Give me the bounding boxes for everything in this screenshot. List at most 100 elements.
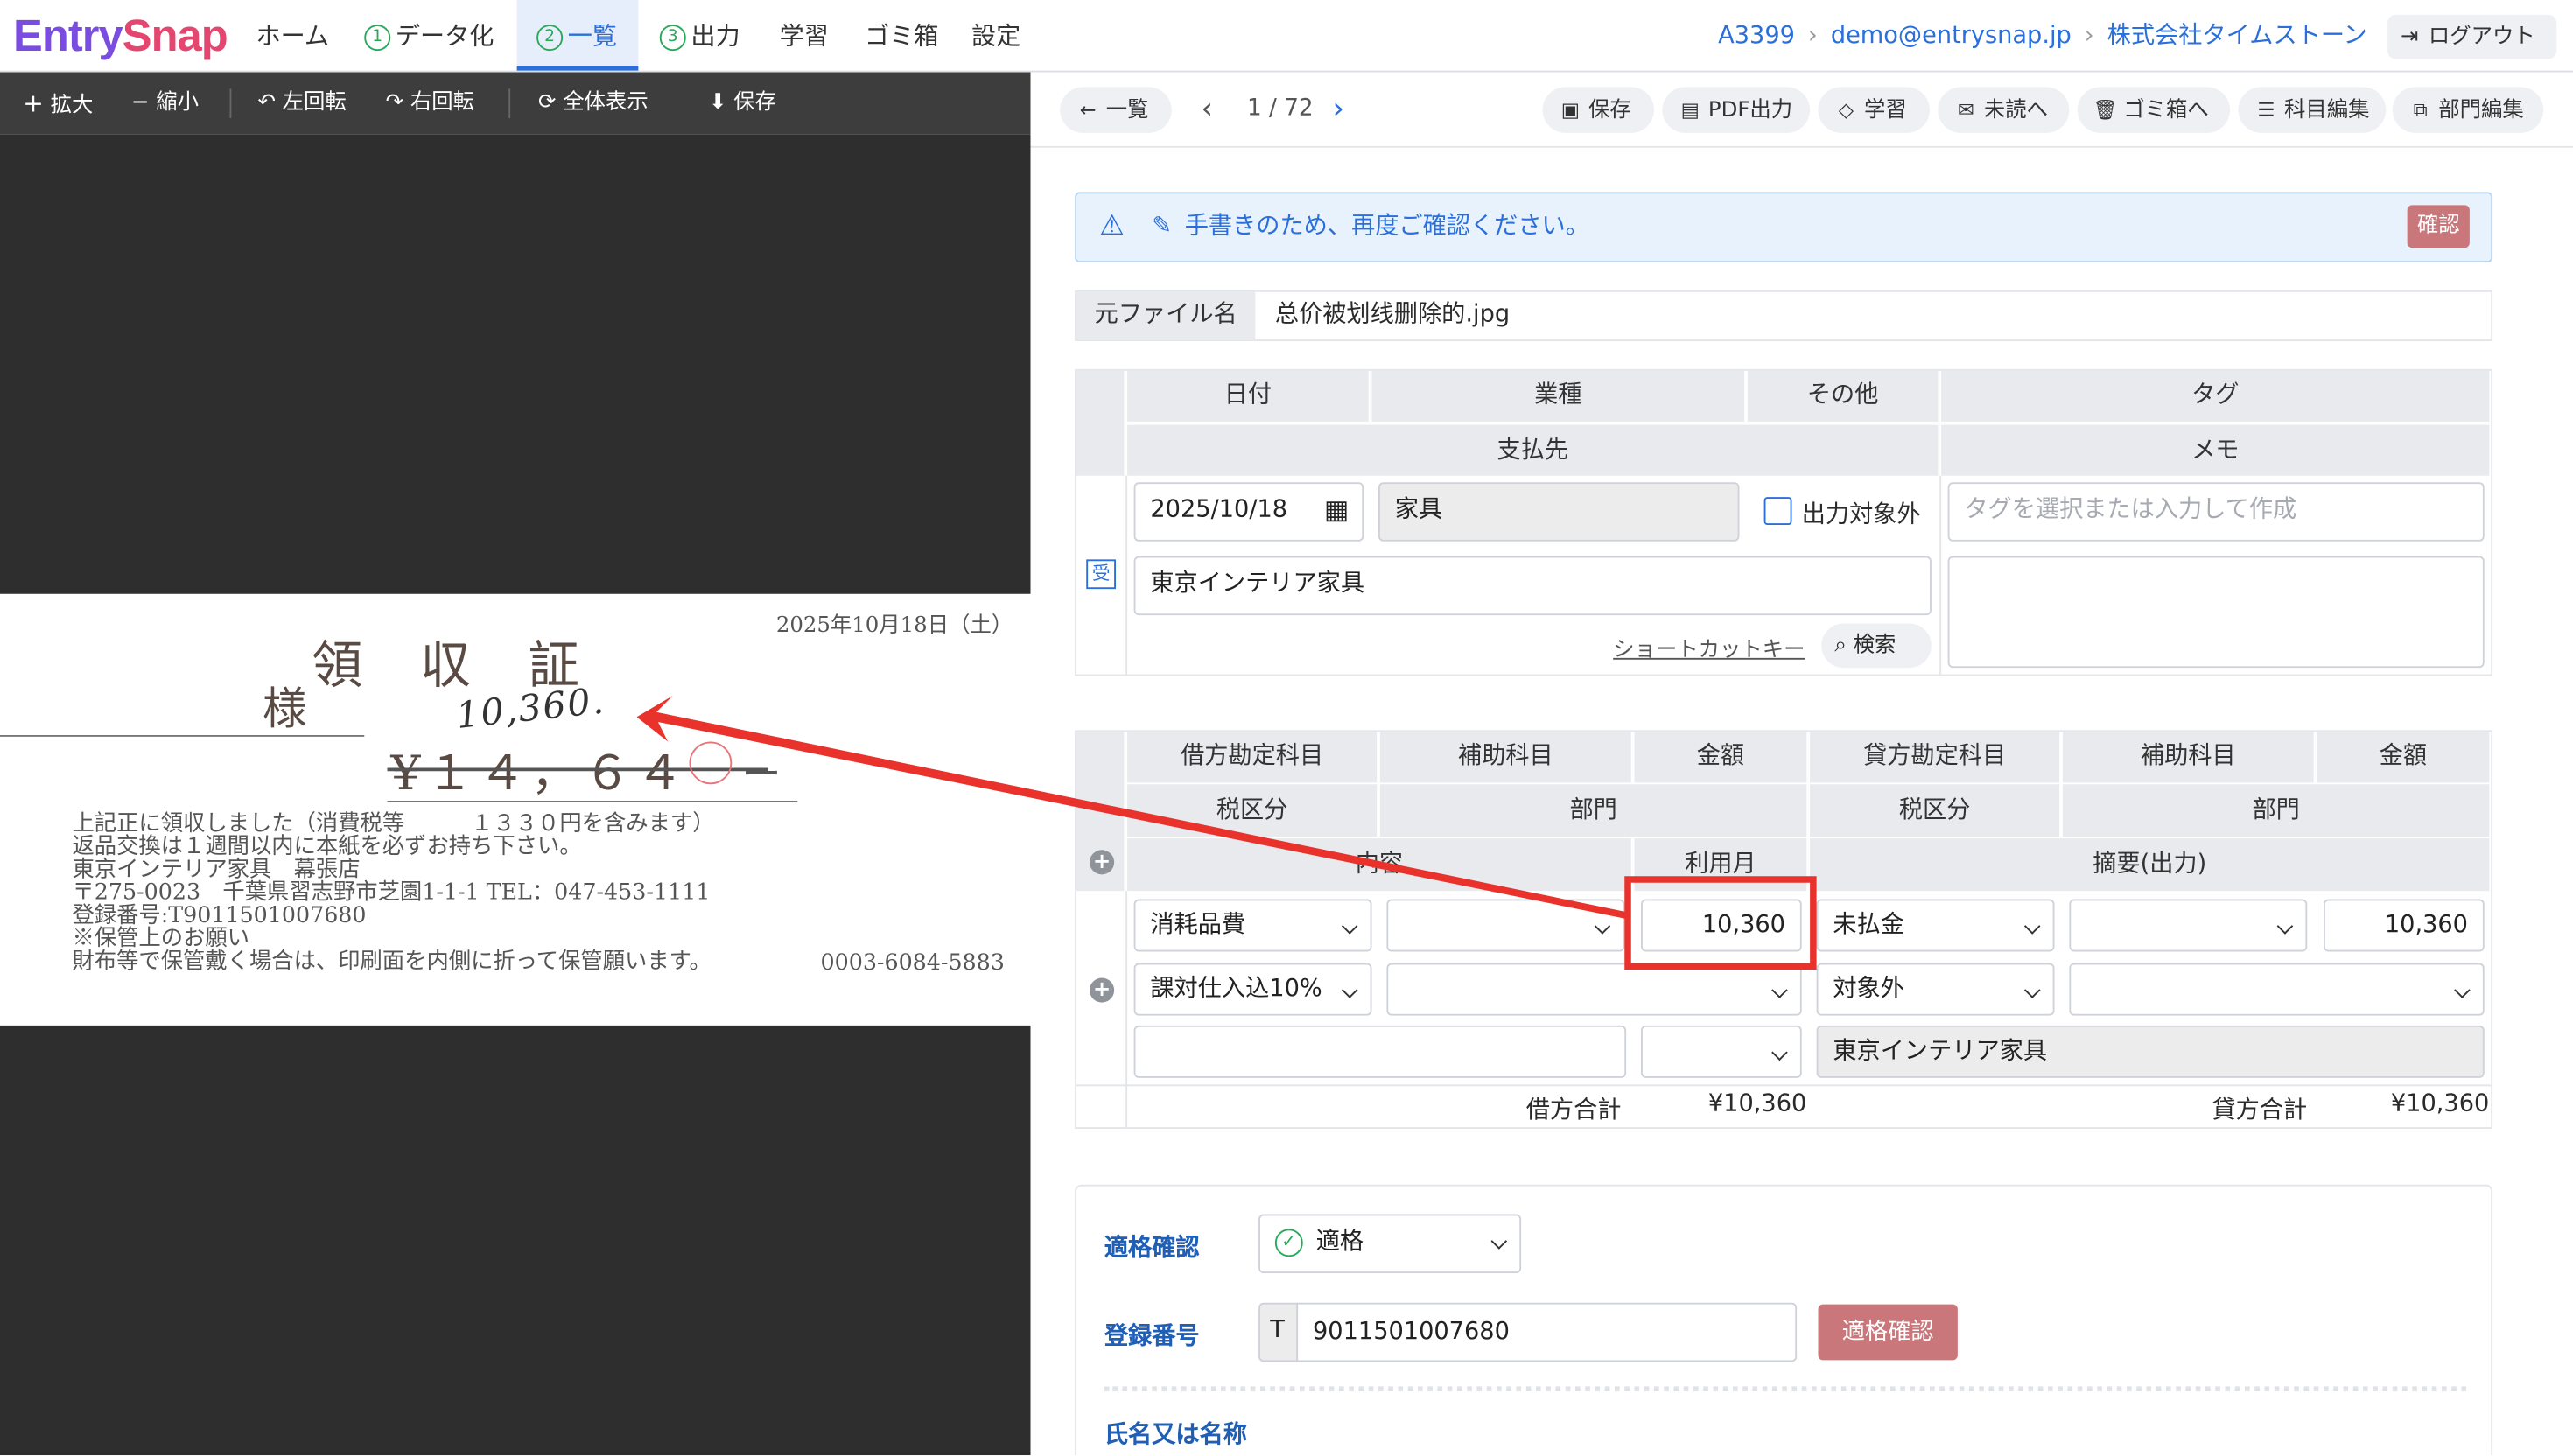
credit-account-header: 貸方勘定科目 xyxy=(1810,732,2061,783)
debit-account-select[interactable]: 消耗品費 xyxy=(1133,899,1372,952)
industry-input[interactable]: 家具 xyxy=(1378,482,1740,542)
rotate-right-button[interactable]: ↷ 右回転 xyxy=(386,73,474,135)
rotate-left-button[interactable]: ↶ 左回転 xyxy=(257,73,346,135)
summary-header: 摘要(出力) xyxy=(1810,838,2492,892)
check-qualification-button[interactable]: 適格確認 xyxy=(1818,1304,1958,1361)
nav-learn[interactable]: 学習 xyxy=(780,0,829,71)
logo[interactable]: EntrySnap xyxy=(13,10,228,62)
credit-account-select[interactable]: 未払金 xyxy=(1816,899,2055,952)
prev-page-icon[interactable]: ‹ xyxy=(1202,92,1214,126)
add-row-icon[interactable]: + xyxy=(1090,850,1115,875)
pencil-icon: ✎ xyxy=(1152,213,1173,240)
debit-total: ¥10,360 xyxy=(1707,1090,1807,1117)
nav-settings[interactable]: 設定 xyxy=(971,0,1020,71)
content-input[interactable] xyxy=(1133,1025,1627,1078)
receipt-line: 〒275-0023 千葉県習志野市芝園1-1-1 TEL：047-453-111… xyxy=(72,879,711,906)
check-circle-icon: ✓ xyxy=(1274,1228,1303,1257)
memo-textarea[interactable] xyxy=(1947,556,2485,668)
learn-button[interactable]: ◇ 学習 xyxy=(1818,87,1930,133)
debit-amount-header: 金額 xyxy=(1634,732,1809,783)
date-input[interactable]: 2025/10/18 ▦ xyxy=(1133,482,1364,542)
receipt-code: 0003-6084-5883 xyxy=(820,949,1005,976)
receipt-line: 上記正に領収しました（消費税等 １３３０円を含みます） xyxy=(72,810,715,837)
registration-prefix: T xyxy=(1258,1302,1299,1362)
receipt-date: 2025年10月18日（土） xyxy=(775,613,1013,639)
calendar-icon: ▦ xyxy=(1323,494,1350,525)
debit-sub-header: 補助科目 xyxy=(1379,732,1633,783)
divider xyxy=(1125,475,1128,675)
breadcrumb: A3399 › demo@entrysnap.jp › 株式会社タイムストーン xyxy=(1718,0,2367,73)
divider xyxy=(508,88,511,118)
add-line-icon[interactable]: + xyxy=(1090,977,1115,1003)
viewer-toolbar: + 拡大 − 縮小 ↶ 左回転 ↷ 右回転 ⟳ 全体表示 ⬇ 保存 xyxy=(0,72,1031,135)
edit-departments-button[interactable]: ⧉ 部門編集 xyxy=(2392,87,2544,133)
payee-input[interactable]: 東京インテリア家具 xyxy=(1133,556,1932,616)
save-button[interactable]: ▣ 保存 xyxy=(1542,87,1654,133)
debit-amount-input[interactable]: 10,360 xyxy=(1641,899,1802,952)
date-header: 日付 xyxy=(1127,370,1371,422)
nav-trash[interactable]: ゴミ箱 xyxy=(865,0,938,71)
nav-list[interactable]: 2 一覧 xyxy=(516,0,639,71)
pdf-export-button[interactable]: ▤ PDF出力 xyxy=(1662,87,1811,133)
account-id[interactable]: A3399 xyxy=(1718,23,1795,49)
receipt-body: 上記正に領収しました（消費税等 １３３０円を含みます） 返品交換は１週間以内に本… xyxy=(73,812,715,973)
registration-number-input[interactable]: 9011501007680 xyxy=(1296,1302,1798,1362)
receipt-line: ※保管上のお願い xyxy=(72,925,250,952)
usage-month-select[interactable] xyxy=(1641,1025,1802,1078)
minus-icon: − xyxy=(131,90,150,116)
download-button[interactable]: ⬇ 保存 xyxy=(709,73,776,135)
confirm-button[interactable]: 確認 xyxy=(2407,205,2470,248)
name-line xyxy=(0,735,365,737)
credit-amount-input[interactable]: 10,360 xyxy=(2324,899,2485,952)
credit-sub-select[interactable] xyxy=(2069,899,2308,952)
debit-dept-header: 部門 xyxy=(1379,784,1809,837)
zoom-in-button[interactable]: + 拡大 xyxy=(23,73,93,135)
receipt-type-badge[interactable]: 受 xyxy=(1086,559,1116,590)
company-name[interactable]: 株式会社タイムストーン xyxy=(2107,23,2367,49)
debit-sub-select[interactable] xyxy=(1386,899,1625,952)
divider xyxy=(1076,1084,2492,1087)
nav-output[interactable]: 3 出力 xyxy=(659,0,740,71)
step-1-icon: 1 xyxy=(364,24,391,52)
receipt-honorific: 様 xyxy=(263,683,307,735)
logout-icon: ⇥ xyxy=(2401,24,2419,50)
debit-tax-header: 税区分 xyxy=(1127,784,1378,837)
header-corner xyxy=(1076,370,1126,476)
rotate-left-icon: ↶ xyxy=(257,90,276,116)
handwriting-alert: ⚠ ✎ 手書きのため、再度ご確認ください。 確認 xyxy=(1075,192,2493,262)
trash-icon: 🗑 xyxy=(2093,98,2118,122)
move-to-trash-button[interactable]: 🗑 ゴミ箱へ xyxy=(2077,87,2231,133)
tag-input[interactable]: タグを選択または入力して作成 xyxy=(1947,482,2485,542)
exclude-checkbox[interactable] xyxy=(1763,497,1792,525)
mark-unread-button[interactable]: ✉ 未読へ xyxy=(1938,87,2070,133)
qualification-label: 適格確認 xyxy=(1104,1235,1200,1262)
plus-icon: + xyxy=(23,88,44,118)
fit-view-button[interactable]: ⟳ 全体表示 xyxy=(538,73,649,135)
memo-header: メモ xyxy=(1941,423,2492,476)
user-email[interactable]: demo@entrysnap.jp xyxy=(1831,23,2072,49)
receipt-line: 登録番号:T9011501007680 xyxy=(72,902,367,929)
step-2-icon: 2 xyxy=(536,24,564,52)
edit-accounts-button[interactable]: ☰ 科目編集 xyxy=(2238,87,2387,133)
shortcut-link[interactable]: ショートカットキー xyxy=(1613,632,1805,662)
debit-dept-select[interactable] xyxy=(1386,962,1802,1016)
zoom-out-button[interactable]: − 縮小 xyxy=(131,73,199,135)
name-label: 氏名又は名称 xyxy=(1104,1422,1247,1449)
save-icon: ▣ xyxy=(1560,98,1581,122)
debit-tax-select[interactable]: 課対仕入込10% xyxy=(1133,962,1372,1016)
receipt-line: 返品交換は１週間以内に本紙を必ずお持ち下さい。 xyxy=(72,833,582,860)
logout-button[interactable]: ⇥ ログアウト xyxy=(2387,14,2557,60)
search-button[interactable]: ⌕ 検索 xyxy=(1821,623,1932,668)
credit-dept-select[interactable] xyxy=(2069,962,2485,1016)
payee-header: 支払先 xyxy=(1127,423,1940,476)
credit-tax-select[interactable]: 対象外 xyxy=(1816,962,2055,1016)
nav-digitize[interactable]: 1 データ化 xyxy=(364,0,494,71)
nav-home[interactable]: ホーム xyxy=(256,0,330,71)
chevron-right-icon: › xyxy=(2084,23,2094,50)
summary-input[interactable]: 東京インテリア家具 xyxy=(1816,1025,2485,1078)
receipt-line: 財布等で保管戴く場合は、印刷面を内側に折って保管願います。 xyxy=(72,948,712,975)
registration-number-label: 登録番号 xyxy=(1104,1324,1200,1351)
back-to-list-button[interactable]: ← 一覧 xyxy=(1060,87,1172,133)
next-page-icon[interactable]: › xyxy=(1333,92,1345,126)
usage-month-header: 利用月 xyxy=(1634,838,1809,892)
